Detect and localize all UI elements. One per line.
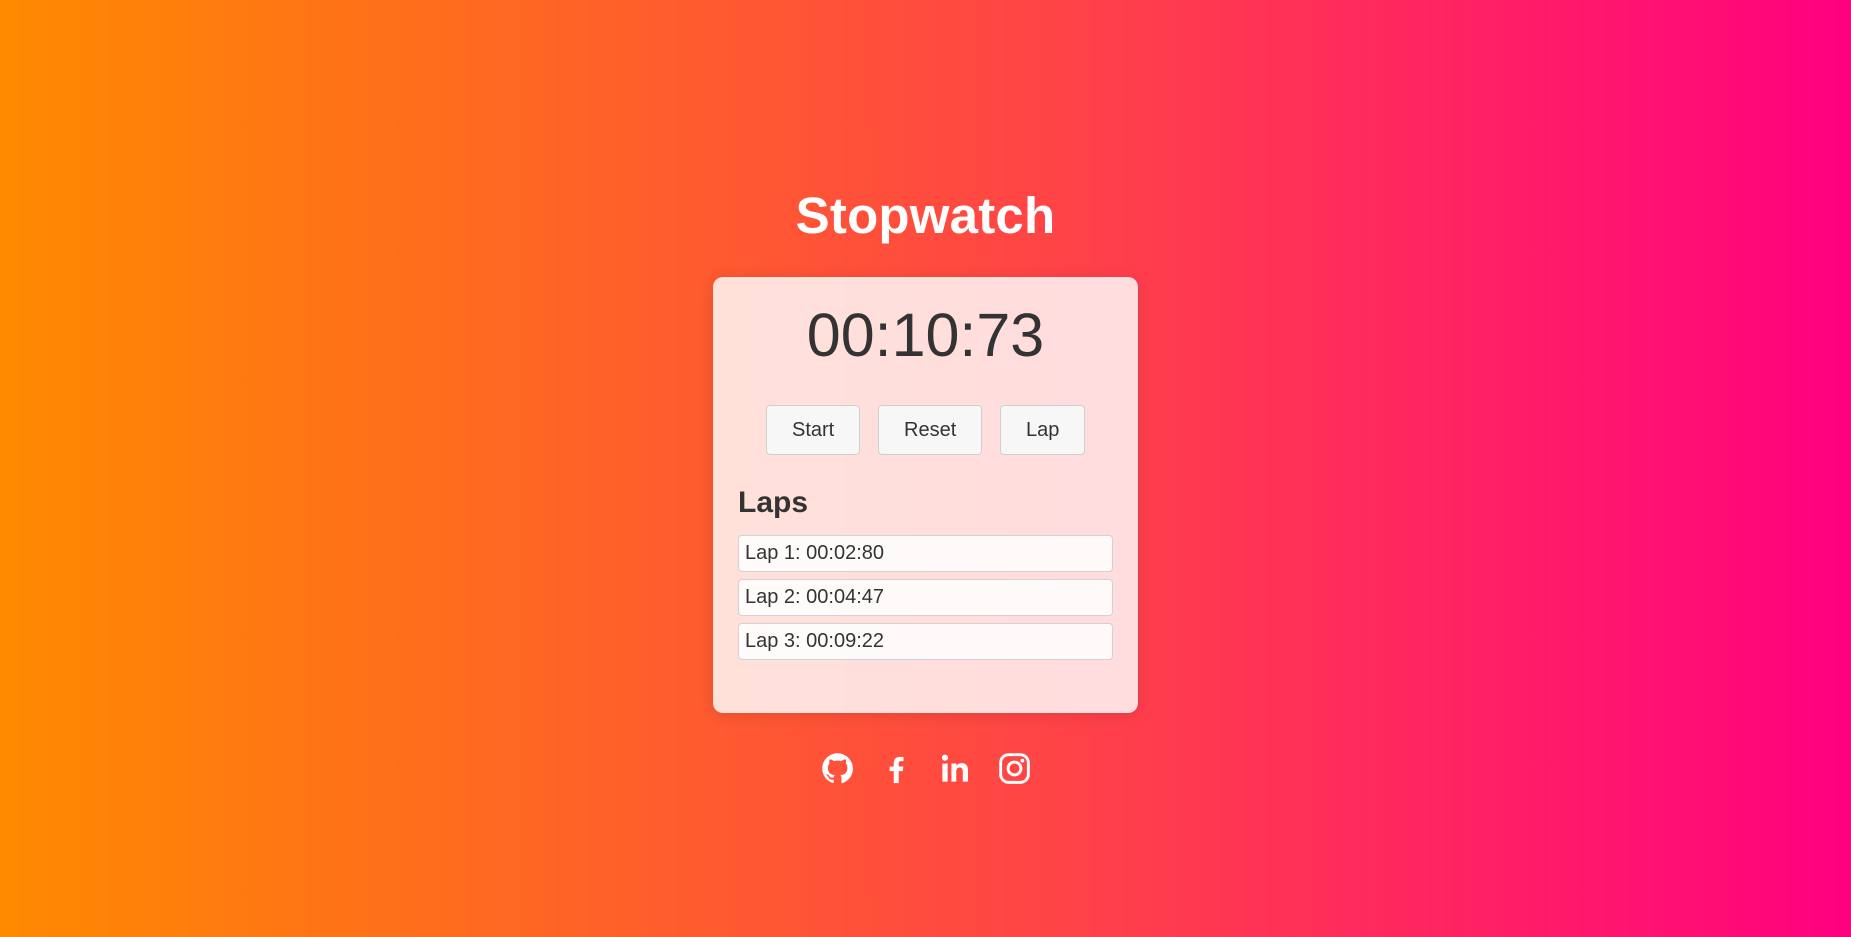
facebook-icon — [889, 756, 903, 784]
control-buttons: Start Reset Lap — [766, 405, 1085, 455]
page-title: Stopwatch — [795, 187, 1056, 244]
instagram-icon — [998, 753, 1030, 784]
time-display: 00:10:73 — [806, 301, 1045, 369]
lap-item: Lap 3: 00:09:22 — [738, 623, 1113, 660]
lap-button[interactable]: Lap — [1000, 405, 1085, 455]
github-icon — [821, 753, 853, 784]
stopwatch-card: 00:10:73 Start Reset Lap Laps Lap 1: 00:… — [713, 277, 1138, 713]
linkedin-link[interactable] — [938, 751, 973, 786]
laps-heading: Laps — [738, 486, 809, 519]
reset-button[interactable]: Reset — [878, 405, 982, 455]
lap-list: Lap 1: 00:02:80 Lap 2: 00:04:47 Lap 3: 0… — [738, 535, 1113, 667]
lap-item: Lap 1: 00:02:80 — [738, 535, 1113, 572]
start-button[interactable]: Start — [766, 405, 860, 455]
linkedin-icon — [941, 754, 968, 782]
github-link[interactable] — [820, 751, 855, 786]
instagram-link[interactable] — [997, 751, 1032, 786]
page: Stopwatch 00:10:73 Start Reset Lap Laps … — [0, 0, 1851, 937]
lap-item: Lap 2: 00:04:47 — [738, 579, 1113, 616]
facebook-link[interactable] — [879, 751, 914, 786]
social-links — [820, 751, 1032, 786]
